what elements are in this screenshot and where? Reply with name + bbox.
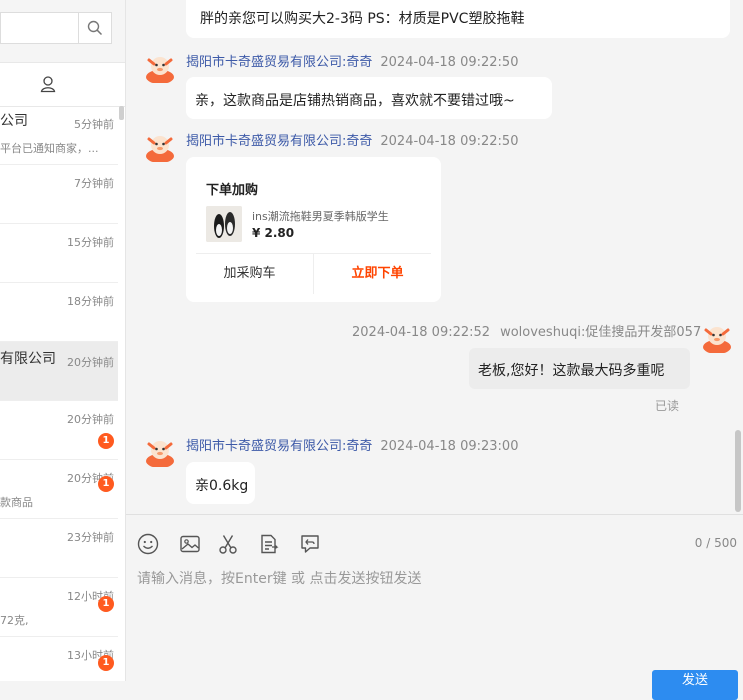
- unread-badge: 1: [98, 476, 114, 492]
- conversation-item[interactable]: 20分钟前 1: [0, 401, 118, 460]
- sender-name[interactable]: 揭阳市卡奇盛贸易有限公司:奇奇: [186, 55, 372, 70]
- conversation-item[interactable]: 18分钟前: [0, 283, 118, 342]
- conversation-item[interactable]: 15分钟前: [0, 224, 118, 283]
- message-text: 亲，这款商品是店铺热销商品，喜欢就不要错过哦~: [195, 93, 515, 109]
- seller-avatar-icon: [146, 136, 174, 162]
- message-input[interactable]: 请输入消息，按Enter键 或 点击发送按钮发送: [137, 568, 421, 588]
- conversation-preview: 款商品: [0, 496, 33, 509]
- conversation-item-active[interactable]: 有限公司 20分钟前: [0, 342, 118, 401]
- conversation-sidebar: 公司 5分钟前 平台已通知商家，... 7分钟前 15分钟前 18分钟前 有限公…: [0, 0, 126, 681]
- chat-scrollbar[interactable]: [735, 430, 741, 512]
- sender-name[interactable]: 揭阳市卡奇盛贸易有限公司:奇奇: [186, 134, 372, 149]
- conversation-time: 15分钟前: [67, 236, 114, 249]
- quick-reply-icon[interactable]: [299, 533, 321, 555]
- search-icon: [87, 20, 103, 36]
- send-button[interactable]: 发送: [652, 670, 738, 700]
- conversation-name: 有限公司: [0, 351, 56, 367]
- message-bubble: 胖的亲您可以购买大2-3码 PS：材质是PVC塑胶拖鞋: [186, 0, 730, 38]
- message-time: 2024-04-18 09:22:50: [380, 134, 519, 149]
- search-bar: [0, 0, 125, 63]
- conversation-preview: 平台已通知商家，...: [0, 142, 99, 155]
- scissors-icon[interactable]: [217, 533, 239, 555]
- message-bubble: 亲，这款商品是店铺热销商品，喜欢就不要错过哦~: [186, 77, 552, 119]
- sidebar-scrollbar[interactable]: [119, 106, 124, 120]
- product-card: 下单加购 ins潮流拖鞋男夏季韩版学生 ¥ 2.80 加采购车 立即下单: [186, 157, 441, 302]
- conversation-item[interactable]: 20分钟前 款商品 1: [0, 460, 118, 519]
- message-time: 2024-04-18 09:23:00: [380, 439, 519, 454]
- own-message-bubble: 老板,您好！这款最大码多重呢: [469, 348, 690, 389]
- sender-name: woloveshuqi:促佳搜品开发部057: [500, 325, 702, 340]
- conversation-item[interactable]: 7分钟前: [0, 165, 118, 224]
- read-status: 已读: [655, 399, 680, 413]
- add-to-cart-button[interactable]: 加采购车: [186, 254, 313, 294]
- conversation-item[interactable]: 公司 5分钟前 平台已通知商家，...: [0, 106, 118, 165]
- order-list-icon[interactable]: [258, 533, 280, 555]
- message-meta: 揭阳市卡奇盛贸易有限公司:奇奇 2024-04-18 09:22:50: [186, 51, 518, 70]
- image-icon[interactable]: [179, 533, 201, 555]
- message-meta: 揭阳市卡奇盛贸易有限公司:奇奇 2024-04-18 09:23:00: [186, 435, 518, 454]
- conversation-item[interactable]: 12小时前 72克, 1: [0, 578, 118, 637]
- conversation-time: 18分钟前: [67, 295, 114, 308]
- product-price: ¥ 2.80: [252, 226, 295, 240]
- message-composer: 0 / 500 请输入消息，按Enter键 或 点击发送按钮发送 发送: [126, 514, 743, 700]
- slipper-image-icon: [206, 206, 242, 242]
- conversation-time: 20分钟前: [67, 413, 114, 426]
- search-input[interactable]: [0, 12, 78, 44]
- card-title: 下单加购: [206, 183, 259, 198]
- unread-badge: 1: [98, 655, 114, 671]
- conversation-list: 公司 5分钟前 平台已通知商家，... 7分钟前 15分钟前 18分钟前 有限公…: [0, 106, 118, 681]
- conversation-time: 23分钟前: [67, 531, 114, 544]
- message-meta: 2024-04-18 09:22:52 woloveshuqi:促佳搜品开发部05…: [352, 321, 701, 340]
- search-button[interactable]: [78, 12, 112, 44]
- product-name[interactable]: ins潮流拖鞋男夏季韩版学生: [252, 208, 389, 224]
- character-counter: 0 / 500: [694, 536, 737, 550]
- unread-badge: 1: [98, 433, 114, 449]
- message-time: 2024-04-18 09:22:52: [352, 325, 491, 340]
- message-meta: 揭阳市卡奇盛贸易有限公司:奇奇 2024-04-18 09:22:50: [186, 130, 518, 149]
- contacts-tab[interactable]: [0, 62, 125, 107]
- user-avatar-icon: [703, 327, 731, 353]
- conversation-preview: 72克,: [0, 614, 29, 627]
- seller-avatar-icon: [146, 57, 174, 83]
- emoji-icon[interactable]: [137, 533, 159, 555]
- conversation-item[interactable]: 13小时前 1: [0, 637, 118, 681]
- message-bubble: 亲0.6kg: [186, 462, 255, 504]
- order-now-button[interactable]: 立即下单: [314, 254, 441, 294]
- message-time: 2024-04-18 09:22:50: [380, 55, 519, 70]
- conversation-time: 7分钟前: [74, 177, 114, 190]
- conversation-name: 公司: [0, 113, 28, 129]
- product-thumbnail[interactable]: [206, 206, 242, 242]
- conversation-item[interactable]: 23分钟前: [0, 519, 118, 578]
- message-text: 胖的亲您可以购买大2-3码 PS：材质是PVC塑胶拖鞋: [200, 11, 525, 27]
- message-text: 亲0.6kg: [195, 478, 249, 494]
- conversation-time: 20分钟前: [67, 356, 114, 369]
- sender-name[interactable]: 揭阳市卡奇盛贸易有限公司:奇奇: [186, 439, 372, 454]
- conversation-time: 5分钟前: [74, 118, 114, 131]
- contact-icon: [40, 76, 55, 93]
- seller-avatar-icon: [146, 441, 174, 467]
- unread-badge: 1: [98, 596, 114, 612]
- message-text: 老板,您好！这款最大码多重呢: [478, 363, 665, 379]
